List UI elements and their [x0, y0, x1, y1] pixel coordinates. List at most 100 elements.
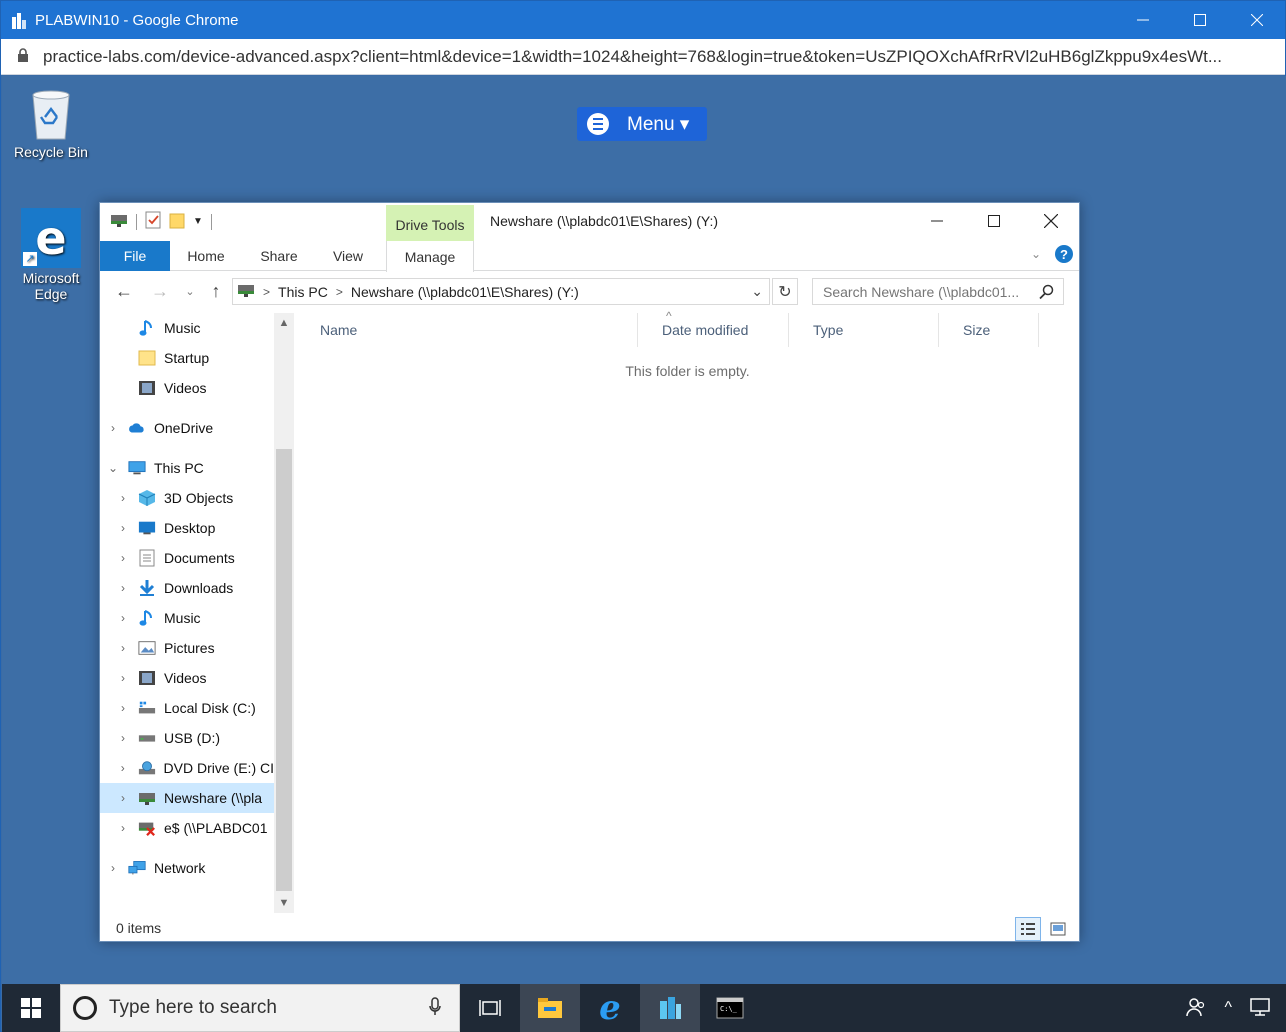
column-header-type[interactable]: Type [789, 313, 939, 347]
tab-home[interactable]: Home [174, 241, 238, 271]
chevron-right-icon[interactable]: › [116, 731, 130, 745]
show-hidden-icons-icon[interactable]: ^ [1224, 999, 1232, 1017]
explorer-title-bar[interactable]: ▼ Drive Tools Newshare (\\plabdc01\E\Sha… [100, 203, 1079, 241]
browser-minimize-button[interactable] [1114, 1, 1171, 39]
customize-qat-icon[interactable]: ▼ [193, 216, 203, 227]
tab-share[interactable]: Share [248, 241, 310, 271]
videos-icon [138, 669, 156, 687]
back-button[interactable]: ← [112, 279, 136, 303]
tab-view[interactable]: View [320, 241, 376, 271]
nav-item-music[interactable]: Music [100, 313, 274, 343]
desktop-icon-recycle-bin[interactable]: Recycle Bin [11, 86, 91, 160]
chevron-right-icon[interactable]: › [116, 641, 130, 655]
tab-file[interactable]: File [100, 241, 170, 271]
scroll-down-arrow[interactable]: ▼ [274, 893, 294, 913]
drive-icon[interactable] [110, 213, 128, 230]
browser-maximize-button[interactable] [1171, 1, 1228, 39]
address-dropdown-icon[interactable]: ⌄ [751, 283, 763, 300]
expand-ribbon-icon[interactable]: ⌄ [1031, 247, 1041, 261]
explorer-close-button[interactable] [1022, 203, 1079, 239]
videos-icon [138, 379, 156, 397]
chevron-right-icon[interactable]: › [116, 821, 130, 835]
search-input[interactable] [823, 283, 1033, 300]
navigation-pane[interactable]: Music Startup Videos › OneDrive ⌄ This PC › 3D O… [100, 313, 294, 909]
explorer-minimize-button[interactable] [908, 203, 965, 239]
network-drive-icon [237, 283, 255, 300]
remote-menu-button[interactable]: Menu ▾ [577, 107, 707, 141]
nav-item-label: Documents [164, 550, 235, 566]
chevron-right-icon[interactable]: › [116, 611, 130, 625]
nav-item-usb-d[interactable]: › USB (D:) [100, 723, 274, 753]
taskbar-file-explorer[interactable] [520, 984, 580, 1032]
details-view-icon [1021, 923, 1035, 935]
nav-item-music[interactable]: › Music [100, 603, 274, 633]
nav-scrollbar[interactable]: ▲ ▼ [274, 313, 294, 913]
nav-item-downloads[interactable]: › Downloads [100, 573, 274, 603]
network-status-icon[interactable] [1250, 997, 1272, 1019]
nav-item-desktop[interactable]: › Desktop [100, 513, 274, 543]
start-button[interactable] [2, 984, 60, 1032]
chevron-right-icon[interactable]: › [116, 701, 130, 715]
chevron-right-icon[interactable]: › [106, 861, 120, 875]
tab-manage[interactable]: Manage [386, 241, 474, 272]
microphone-icon[interactable] [429, 996, 441, 1020]
nav-item-3d-objects[interactable]: › 3D Objects [100, 483, 274, 513]
taskbar-search[interactable]: Type here to search [60, 984, 460, 1032]
explorer-maximize-button[interactable] [965, 203, 1022, 239]
chevron-right-icon[interactable]: › [116, 521, 130, 535]
new-folder-icon[interactable] [169, 211, 185, 232]
chevron-right-icon[interactable]: › [116, 581, 130, 595]
properties-icon[interactable] [145, 211, 161, 232]
chevron-right-icon[interactable]: › [106, 421, 120, 435]
nav-item-label: e$ (\\PLABDC01 [164, 820, 268, 836]
column-header-date-modified[interactable]: Date modified [638, 313, 789, 347]
up-button[interactable]: ↑ [204, 279, 228, 303]
chevron-right-icon[interactable]: › [116, 671, 130, 685]
chevron-right-icon[interactable]: › [116, 491, 130, 505]
column-header-name[interactable]: Name [296, 313, 638, 347]
chevron-right-icon[interactable]: › [116, 791, 130, 805]
nav-item-onedrive[interactable]: › OneDrive [100, 413, 274, 443]
task-view-button[interactable] [460, 984, 520, 1032]
nav-item-startup[interactable]: Startup [100, 343, 274, 373]
breadcrumb-this-pc[interactable]: > This PC [263, 284, 328, 300]
nav-item-documents[interactable]: › Documents [100, 543, 274, 573]
help-icon[interactable]: ? [1055, 245, 1073, 263]
chevron-down-icon[interactable]: ⌄ [106, 461, 120, 475]
scroll-thumb[interactable] [276, 449, 292, 891]
search-box[interactable] [812, 278, 1064, 305]
people-icon[interactable] [1186, 997, 1206, 1020]
taskbar-internet-explorer[interactable]: e [580, 984, 640, 1032]
large-icons-view-button[interactable] [1045, 917, 1071, 941]
breadcrumb-newshare[interactable]: > Newshare (\\plabdc01\E\Shares) (Y:) [336, 284, 579, 300]
nav-item-newshare-pla[interactable]: › Newshare (\\pla [100, 783, 274, 813]
column-header-size[interactable]: Size [939, 313, 1039, 347]
onedrive-icon [128, 419, 146, 437]
scroll-up-arrow[interactable]: ▲ [274, 313, 294, 333]
forward-button[interactable]: → [148, 279, 172, 303]
nav-item-network[interactable]: › Network [100, 853, 274, 883]
nav-item-this-pc[interactable]: ⌄ This PC [100, 453, 274, 483]
refresh-button[interactable]: ↻ [772, 278, 798, 305]
nav-item-e-plabdc01[interactable]: › e$ (\\PLABDC01 [100, 813, 274, 843]
nav-item-local-disk-c[interactable]: › Local Disk (C:) [100, 693, 274, 723]
url-text[interactable]: practice-labs.com/device-advanced.aspx?c… [43, 47, 1267, 67]
recent-locations-button[interactable]: ⌄ [178, 279, 202, 303]
taskbar-command-prompt[interactable]: C:\_ [700, 984, 760, 1032]
browser-close-button[interactable] [1228, 1, 1285, 39]
details-view-button[interactable] [1015, 917, 1041, 941]
explorer-address-bar[interactable]: > This PC > Newshare (\\plabdc01\E\Shares)… [232, 278, 770, 305]
chevron-right-icon[interactable]: › [116, 551, 130, 565]
browser-title: PLABWIN10 - Google Chrome [35, 11, 239, 29]
chevron-right-icon[interactable]: › [116, 761, 130, 775]
nav-item-videos[interactable]: Videos [100, 373, 274, 403]
file-list[interactable]: ^ Name Date modified Type Size This fold… [296, 309, 1079, 913]
taskbar-server-manager[interactable] [640, 984, 700, 1032]
browser-title-bar: PLABWIN10 - Google Chrome [1, 1, 1285, 39]
server-manager-icon [660, 997, 681, 1019]
desktop-icon-edge[interactable]: e ↗ Microsoft Edge [11, 208, 91, 302]
nav-item-videos[interactable]: › Videos [100, 663, 274, 693]
address-bar[interactable]: practice-labs.com/device-advanced.aspx?c… [1, 39, 1285, 75]
nav-item-dvd-drive-e-ci[interactable]: › DVD Drive (E:) CI [100, 753, 274, 783]
nav-item-pictures[interactable]: › Pictures [100, 633, 274, 663]
